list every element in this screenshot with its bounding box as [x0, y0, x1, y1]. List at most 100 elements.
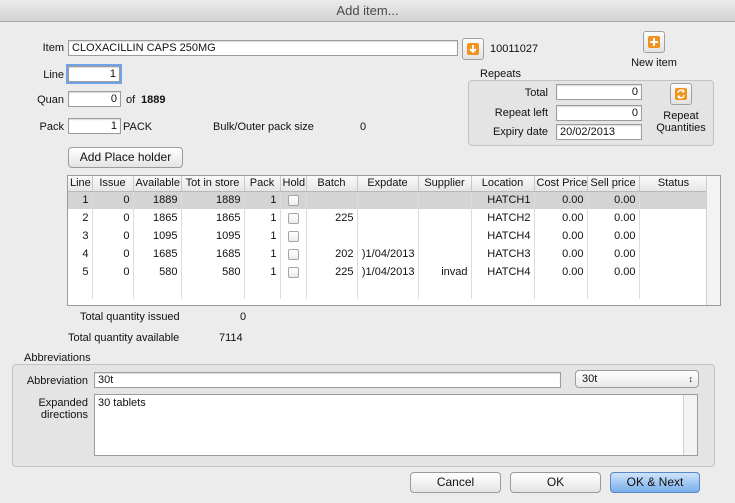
cell-pack: 1 [244, 245, 281, 263]
repeat-left-field[interactable]: 0 [556, 105, 642, 121]
hold-checkbox[interactable] [287, 248, 299, 260]
cancel-button[interactable]: Cancel [410, 472, 501, 493]
cell-expdate [357, 191, 419, 209]
abbreviation-select-value: 30t [582, 373, 598, 385]
abbreviation-label: Abbreviation [26, 375, 88, 387]
cell-line: 4 [68, 245, 93, 263]
abbreviation-field[interactable]: 30t [94, 372, 561, 388]
cell-batch: 225 [306, 209, 358, 227]
table-row[interactable]: 4 0 1685 1685 1 202 )1/04/2013 HATCH3 0.… [68, 245, 709, 263]
repeats-title: Repeats [480, 68, 521, 80]
cell-status [639, 263, 709, 281]
refresh-icon [675, 88, 687, 100]
col-header-expdate[interactable]: Expdate [357, 176, 419, 192]
expanded-directions-text: 30 tablets [98, 397, 146, 409]
hold-checkbox[interactable] [287, 266, 299, 278]
cell-hold [280, 227, 307, 245]
hold-checkbox[interactable] [287, 212, 299, 224]
cell-status [639, 209, 709, 227]
table-vertical-scrollbar[interactable] [706, 176, 720, 305]
ok-button[interactable]: OK [510, 472, 601, 493]
col-header-sell-price[interactable]: Sell price [587, 176, 640, 192]
cell-status [639, 245, 709, 263]
line-label: Line [43, 69, 64, 81]
expanded-directions-textarea[interactable]: 30 tablets [94, 394, 698, 456]
cell-batch: 202 [306, 245, 358, 263]
item-lookup-button[interactable] [462, 38, 484, 60]
table-row[interactable]: 3 0 1095 1095 1 HATCH4 0.00 0.00 [68, 227, 709, 245]
pack-field[interactable]: 1 [68, 118, 121, 134]
table-row[interactable]: 5 0 580 580 1 225 )1/04/2013 invad HATCH… [68, 263, 709, 281]
col-header-tot-in-store[interactable]: Tot in store [181, 176, 245, 192]
cell-cost-price: 0.00 [534, 227, 588, 245]
new-item-button[interactable] [643, 31, 665, 53]
ok-next-button[interactable]: OK & Next [610, 472, 700, 493]
cell-issue[interactable]: 0 [92, 227, 134, 245]
quan-field[interactable]: 0 [68, 91, 121, 107]
table-row[interactable]: 2 0 1865 1865 1 225 HATCH2 0.00 0.00 [68, 209, 709, 227]
cell-sell-price: 0.00 [587, 191, 640, 209]
cell-expdate [357, 227, 419, 245]
cell-cost-price: 0.00 [534, 191, 588, 209]
cell-tot-in-store: 1685 [181, 245, 245, 263]
repeat-quantities-label-1: Repeat [663, 110, 699, 122]
cell-issue[interactable]: 0 [92, 209, 134, 227]
col-header-available[interactable]: Available [133, 176, 182, 192]
col-header-issue[interactable]: Issue [92, 176, 134, 192]
total-issued-value: 0 [240, 311, 247, 323]
abbreviation-select[interactable]: 30t ↕ [575, 370, 699, 388]
repeat-quantities-label-2: Quantities [656, 122, 706, 134]
cell-line: 2 [68, 209, 93, 227]
line-field[interactable]: 1 [66, 64, 122, 84]
add-place-holder-button[interactable]: Add Place holder [68, 147, 183, 168]
cell-batch: 225 [306, 263, 358, 281]
cell-line: 3 [68, 227, 93, 245]
item-field[interactable]: CLOXACILLIN CAPS 250MG [68, 40, 458, 56]
hold-checkbox[interactable] [287, 194, 299, 206]
cell-pack: 1 [244, 191, 281, 209]
cell-sell-price: 0.00 [587, 227, 640, 245]
expanded-directions-label-1: Expanded [38, 397, 88, 409]
cell-hold [280, 263, 307, 281]
cell-tot-in-store: 1865 [181, 209, 245, 227]
bulk-pack-value: 0 [360, 121, 367, 133]
pack-label: Pack [39, 121, 64, 133]
cell-pack: 1 [244, 263, 281, 281]
col-header-batch[interactable]: Batch [306, 176, 358, 192]
repeats-total-field[interactable]: 0 [556, 84, 642, 100]
cell-issue[interactable]: 0 [92, 191, 134, 209]
repeat-quantities-button[interactable] [670, 83, 692, 105]
col-header-location[interactable]: Location [471, 176, 535, 192]
col-header-pack[interactable]: Pack [244, 176, 281, 192]
cell-available: 1865 [133, 209, 182, 227]
textarea-scrollbar[interactable] [683, 395, 697, 455]
cell-cost-price: 0.00 [534, 209, 588, 227]
cell-location: HATCH4 [471, 263, 535, 281]
quan-available-value: 1889 [141, 94, 166, 106]
expiry-date-field[interactable]: 20/02/2013 [556, 124, 642, 140]
cell-issue[interactable]: 0 [92, 245, 134, 263]
cell-batch [306, 191, 358, 209]
col-header-line[interactable]: Line [68, 176, 93, 192]
col-header-supplier[interactable]: Supplier [418, 176, 472, 192]
quan-of-label: of [126, 94, 136, 106]
cell-location: HATCH4 [471, 227, 535, 245]
arrow-down-icon [467, 43, 479, 55]
table-row-empty [68, 281, 709, 299]
hold-checkbox[interactable] [287, 230, 299, 242]
table-row[interactable]: 1 0 1889 1889 1 HATCH1 0.00 0.00 [68, 191, 709, 209]
cell-batch [306, 227, 358, 245]
cell-expdate: )1/04/2013 [357, 263, 419, 281]
total-available-label: Total quantity available [68, 332, 180, 344]
cell-available: 580 [133, 263, 182, 281]
col-header-cost-price[interactable]: Cost Price [534, 176, 588, 192]
col-header-hold[interactable]: Hold [280, 176, 307, 192]
col-header-status[interactable]: Status [639, 176, 709, 192]
cell-expdate [357, 209, 419, 227]
cell-tot-in-store: 1889 [181, 191, 245, 209]
cell-supplier [418, 245, 472, 263]
cell-location: HATCH3 [471, 245, 535, 263]
batch-table[interactable]: Line Issue Available Tot in store Pack H… [67, 175, 721, 306]
cell-issue[interactable]: 0 [92, 263, 134, 281]
cell-supplier: invad [418, 263, 472, 281]
